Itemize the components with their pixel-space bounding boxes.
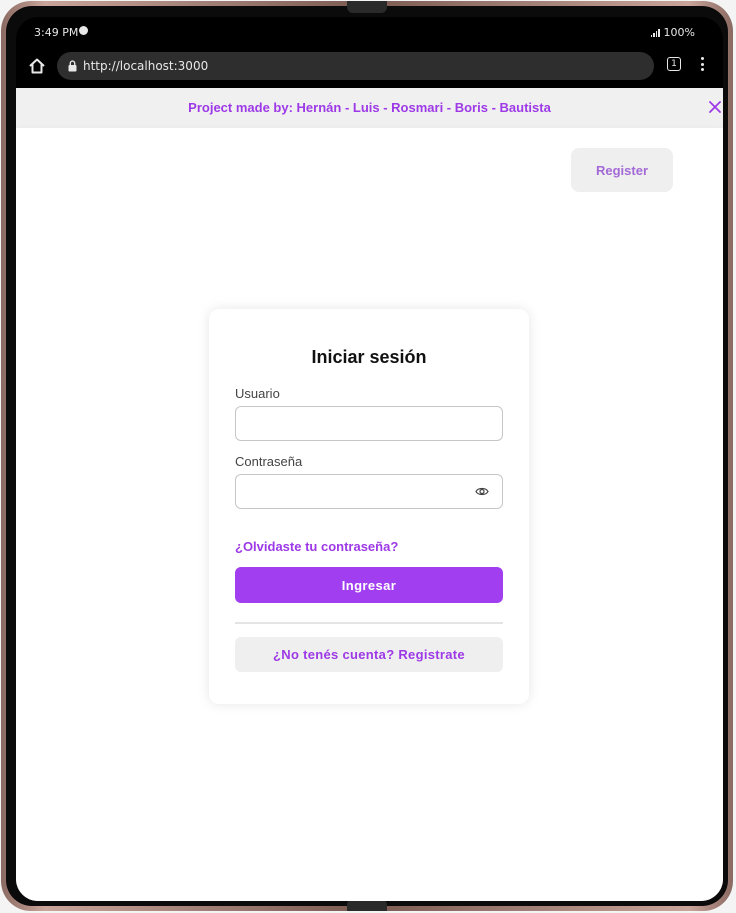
signal-icon [650,28,660,37]
login-submit-button[interactable]: Ingresar [235,567,503,603]
username-field[interactable] [235,406,503,441]
home-icon[interactable] [28,57,46,75]
banner-text: Project made by: Hernán - Luis - Rosmari… [188,100,551,115]
divider [235,622,503,624]
battery-level: 100% [663,26,695,39]
username-label: Usuario [235,386,280,401]
status-right: 100% [650,26,695,39]
status-time: 3:49 PM [34,26,79,39]
username-input[interactable] [236,407,486,438]
browser-toolbar: http://localhost:3000 1 [16,47,723,88]
forgot-password-link[interactable]: ¿Olvidaste tu contraseña? [235,539,398,554]
password-label: Contraseña [235,454,303,469]
credits-banner: Project made by: Hernán - Luis - Rosmari… [16,88,723,128]
login-card: Iniciar sesión Usuario Contraseña ¿Olvid… [209,309,529,704]
spotify-icon [79,26,88,35]
hinge-top [347,1,387,13]
eye-icon[interactable] [475,486,489,497]
password-field[interactable] [235,474,503,509]
menu-icon[interactable] [699,57,705,73]
navbar: Register [16,128,723,212]
screen: 3:49 PM 100% http://localhost:3000 1 Pro… [16,17,723,901]
close-icon[interactable] [709,101,721,113]
status-bar: 3:49 PM 100% [16,17,723,47]
register-button[interactable]: Register [571,148,673,192]
signup-button[interactable]: ¿No tenés cuenta? Registrate [235,637,503,672]
page-title: Iniciar sesión [311,347,427,367]
password-input[interactable] [236,475,486,506]
main-content: Iniciar sesión Usuario Contraseña ¿Olvid… [16,212,723,901]
address-bar[interactable]: http://localhost:3000 [57,52,654,80]
web-page: Project made by: Hernán - Luis - Rosmari… [16,88,723,901]
device-frame: 3:49 PM 100% http://localhost:3000 1 Pro… [1,1,733,911]
lock-icon [68,60,77,72]
tabs-icon[interactable]: 1 [667,57,681,71]
url-text: http://localhost:3000 [83,59,209,73]
